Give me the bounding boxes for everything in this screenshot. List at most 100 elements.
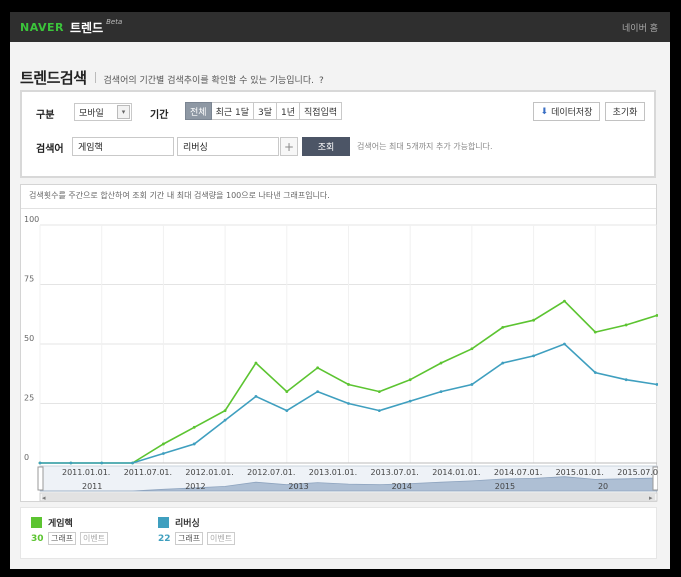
legend-swatch — [31, 517, 42, 528]
series-point — [192, 442, 196, 446]
reset-button[interactable]: 초기화 — [605, 102, 645, 121]
legend-graph-button[interactable]: 그래프 — [48, 532, 77, 545]
scroll-left-icon: ◂ — [42, 494, 46, 502]
chart-panel: 검색횟수를 주간으로 합산하여 조회 기간 내 최대 검색량을 100으로 나타… — [20, 184, 658, 502]
x-tick-label: 2011.01.01. — [62, 468, 110, 477]
series-point — [470, 347, 474, 351]
add-keyword-button[interactable]: + — [280, 137, 298, 156]
series-point — [501, 325, 505, 329]
naver-home-link[interactable]: 네이버 홈 — [622, 21, 658, 34]
series-point — [470, 383, 474, 386]
series-point — [501, 361, 505, 365]
x-tick-label: 2014.01.01. — [432, 468, 480, 477]
period-tab-0[interactable]: 전체 — [185, 102, 212, 120]
keyword-input-2-value: 리버싱 — [183, 143, 208, 153]
series-point — [285, 409, 289, 413]
chart-legend: 게임핵 30 그래프 이벤트 리버싱 22 그래프 이벤트 — [20, 507, 657, 559]
series-point — [408, 399, 412, 403]
help-icon[interactable]: ? — [319, 76, 324, 86]
y-tick-label: 0 — [24, 453, 29, 462]
x-tick-label: 2013.07.01. — [371, 468, 419, 477]
y-tick-label: 25 — [24, 394, 34, 403]
series-point — [69, 461, 73, 465]
series-point — [532, 318, 535, 322]
period-tab-4[interactable]: 직접입력 — [300, 102, 343, 120]
period-label: 기간 — [150, 110, 169, 121]
series-point — [223, 418, 227, 422]
y-tick-label: 100 — [24, 215, 39, 224]
legend-swatch — [158, 517, 169, 528]
trend-chart: 0 25 50 75 100 2011.01.01. 2011.07.01. 2012.01.… — [24, 215, 658, 502]
series-point — [624, 323, 628, 327]
keyword-input-1[interactable]: 게임핵 — [72, 137, 174, 156]
chevron-down-icon: ▾ — [117, 105, 130, 119]
navigator-left-handle — [37, 466, 44, 491]
x-tick-label: 2012.07.01. — [247, 468, 295, 477]
series-point — [285, 390, 289, 393]
series-point — [563, 299, 566, 303]
legend-event-button[interactable]: 이벤트 — [80, 532, 109, 545]
series-point — [439, 361, 443, 365]
series-point — [192, 425, 196, 429]
y-tick-label: 50 — [24, 334, 34, 343]
series-point — [316, 366, 320, 370]
period-tab-3[interactable]: 1년 — [277, 102, 301, 120]
page-description: 검색어의 기간별 검색추이를 확인할 수 있는 기능입니다. — [103, 76, 314, 86]
series-point — [254, 394, 258, 398]
period-tabs: 전체 최근 1달 3달 1년 직접입력 — [185, 102, 343, 120]
series-point — [377, 409, 381, 413]
legend-value: 30 — [31, 534, 44, 544]
x-tick-label: 2011.07.01. — [124, 468, 172, 477]
search-submit-label: 조회 — [317, 143, 335, 153]
legend-name: 리버싱 — [175, 519, 200, 529]
keyword-input-2[interactable]: 리버싱 — [177, 137, 279, 156]
category-select[interactable]: 모바일 ▾ — [74, 103, 132, 121]
series-point — [162, 442, 165, 446]
x-tick-label: 2015.01.01. — [556, 468, 604, 477]
naver-logo[interactable]: NAVER — [20, 21, 64, 34]
scroll-right-icon: ▸ — [649, 494, 653, 502]
series-point — [655, 383, 658, 386]
search-submit-button[interactable]: 조회 — [302, 137, 350, 156]
series-point — [563, 342, 566, 346]
x-tick-label: 2015.07.01. — [617, 468, 658, 477]
download-icon: ⬇ — [540, 106, 549, 117]
series-point — [408, 378, 412, 382]
keyword-limit-hint: 검색어는 최대 5개까지 추가 가능합니다. — [357, 142, 493, 151]
period-tab-2[interactable]: 3달 — [254, 102, 278, 120]
download-data-button[interactable]: ⬇ 데이터저장 — [533, 102, 600, 121]
category-select-value: 모바일 — [79, 108, 104, 119]
category-label: 구분 — [36, 110, 55, 121]
series-point — [593, 330, 597, 334]
series-point — [131, 461, 134, 465]
top-bar: NAVER 트렌드 Beta 네이버 홈 — [10, 12, 670, 42]
x-tick-label: 2013.01.01. — [309, 468, 357, 477]
legend-name: 게임핵 — [48, 519, 73, 529]
series-point — [223, 409, 227, 413]
year-label: 2012 — [185, 482, 205, 491]
series-point — [377, 390, 381, 393]
year-label: 2014 — [392, 482, 412, 491]
reset-label: 초기화 — [612, 108, 638, 118]
x-tick-label: 2012.01.01. — [185, 468, 233, 477]
legend-value: 22 — [158, 534, 171, 544]
series-point — [347, 402, 350, 405]
series-point — [347, 383, 350, 386]
y-tick-label: 75 — [24, 275, 34, 284]
search-options-box: 구분 모바일 ▾ 기간 전체 최근 1달 3달 1년 직접입력 ⬇ 데이터저장 초기화 … — [20, 90, 656, 178]
keyword-label: 검색어 — [36, 144, 64, 155]
series-point — [439, 390, 443, 393]
service-name[interactable]: 트렌드 — [70, 19, 103, 36]
title-row: 트렌드검색 검색어의 기간별 검색추이를 확인할 수 있는 기능입니다. ? — [20, 67, 324, 88]
keyword-input-1-value: 게임핵 — [78, 143, 103, 153]
year-label: 2011 — [82, 482, 102, 491]
app-frame: NAVER 트렌드 Beta 네이버 홈 트렌드검색 검색어의 기간별 검색추이… — [10, 12, 670, 569]
series-point — [162, 452, 165, 455]
plus-icon: + — [283, 139, 295, 154]
legend-event-button[interactable]: 이벤트 — [207, 532, 236, 545]
legend-graph-button[interactable]: 그래프 — [175, 532, 204, 545]
series-point — [38, 461, 42, 465]
x-tick-label: 2014.07.01. — [494, 468, 542, 477]
series-point — [100, 461, 104, 465]
period-tab-1[interactable]: 최근 1달 — [211, 102, 254, 120]
